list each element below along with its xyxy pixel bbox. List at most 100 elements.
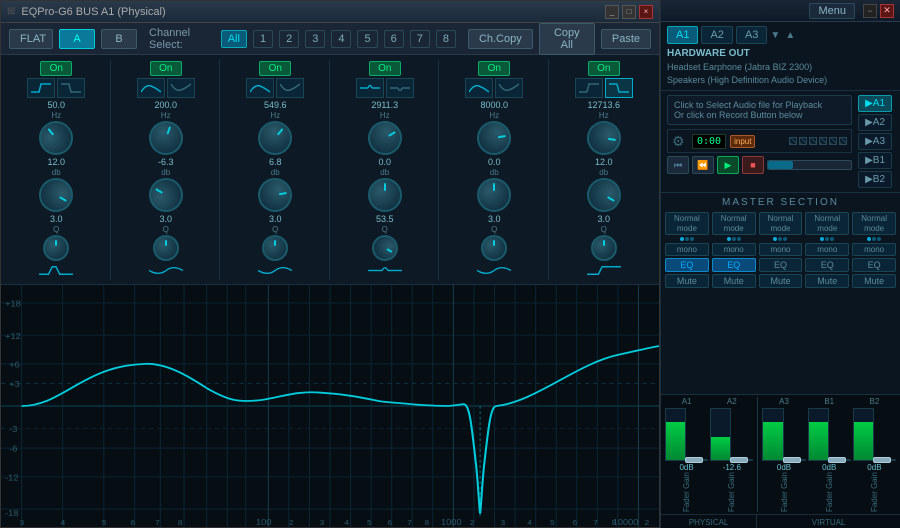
ch-3-btn[interactable]: 3 (305, 30, 325, 48)
preset-b-button[interactable]: B (101, 29, 137, 49)
master-a3-eq-btn[interactable]: EQ (759, 258, 803, 272)
band-2-gain-knob[interactable] (143, 172, 189, 218)
band-1-q-knob[interactable] (43, 235, 69, 261)
band-3-freq-knob[interactable] (251, 114, 299, 162)
hw-tab-arrow-up[interactable]: ▲ (785, 30, 795, 41)
ch-4-btn[interactable]: 4 (331, 30, 351, 48)
master-a3-mute-btn[interactable]: Mute (759, 274, 803, 288)
band-2-on-btn[interactable]: On (150, 61, 182, 76)
menu-button[interactable]: Menu (809, 3, 855, 19)
master-a1-mono-btn[interactable]: mono (665, 243, 709, 256)
playback-file-btn[interactable]: Click to Select Audio file for Playback … (667, 95, 852, 125)
band-5-freq-knob[interactable] (475, 118, 514, 157)
transport-back-btn[interactable]: ⏪ (692, 156, 714, 174)
band-5-on-btn[interactable]: On (478, 61, 510, 76)
fader-a1-track[interactable] (687, 459, 708, 461)
master-b2-mono-btn[interactable]: mono (852, 243, 896, 256)
master-a2-mode-btn[interactable]: Normalmode (712, 212, 756, 235)
band-2-filter-alt[interactable] (167, 78, 195, 98)
fader-b2-handle[interactable] (873, 457, 891, 463)
master-b2-mute-btn[interactable]: Mute (852, 274, 896, 288)
master-a1-mode-btn[interactable]: Normalmode (665, 212, 709, 235)
hw-tab-a3[interactable]: A3 (736, 26, 767, 44)
hw-tab-arrow-down[interactable]: ▼ (770, 30, 780, 41)
eq-minimize-btn[interactable]: _ (605, 5, 619, 19)
master-b2-mode-btn[interactable]: Normalmode (852, 212, 896, 235)
master-a2-eq-btn[interactable]: EQ (712, 258, 756, 272)
right-close-btn[interactable]: ✕ (880, 4, 894, 18)
ch-out-a2[interactable]: ▶A2 (858, 114, 892, 131)
ch-out-b1[interactable]: ▶B1 (858, 152, 892, 169)
master-b1-mute-btn[interactable]: Mute (805, 274, 849, 288)
master-a1-mute-btn[interactable]: Mute (665, 274, 709, 288)
band-4-freq-knob[interactable] (362, 115, 408, 161)
ch-2-btn[interactable]: 2 (279, 30, 299, 48)
band-2-freq-knob[interactable] (144, 116, 188, 160)
paste-button[interactable]: Paste (601, 29, 651, 49)
band-2-filter-type[interactable] (137, 78, 165, 98)
band-4-gain-knob[interactable] (368, 178, 402, 212)
master-b1-eq-btn[interactable]: EQ (805, 258, 849, 272)
master-b1-mode-btn[interactable]: Normalmode (805, 212, 849, 235)
band-6-q-knob[interactable] (591, 235, 617, 261)
band-3-filter-type[interactable] (246, 78, 274, 98)
master-b2-eq-btn[interactable]: EQ (852, 258, 896, 272)
band-6-filter-type[interactable] (575, 78, 603, 98)
fader-a2-track[interactable] (732, 459, 753, 461)
band-6-freq-knob[interactable] (584, 118, 623, 157)
band-1-filter-type[interactable] (27, 78, 55, 98)
band-1-on-btn[interactable]: On (40, 61, 72, 76)
fader-a1-handle[interactable] (685, 457, 703, 463)
right-minimize-btn[interactable]: − (863, 4, 877, 18)
ch-8-btn[interactable]: 8 (436, 30, 456, 48)
fader-b1-handle[interactable] (828, 457, 846, 463)
transport-progress-bar[interactable] (767, 160, 852, 170)
copy-all-button[interactable]: Copy All (539, 23, 595, 55)
band-1-gain-knob[interactable] (33, 172, 79, 218)
band-6-on-btn[interactable]: On (588, 61, 620, 76)
band-5-gain-knob[interactable] (477, 178, 511, 212)
band-3-q-knob[interactable] (262, 235, 288, 261)
band-3-on-btn[interactable]: On (259, 61, 291, 76)
band-6-gain-knob[interactable] (581, 172, 627, 218)
master-a2-mute-btn[interactable]: Mute (712, 274, 756, 288)
band-4-filter-type[interactable] (356, 78, 384, 98)
band-1-freq-knob[interactable] (32, 114, 80, 162)
band-5-filter-type[interactable] (465, 78, 493, 98)
ch-out-b2[interactable]: ▶B2 (858, 171, 892, 188)
ch-6-btn[interactable]: 6 (384, 30, 404, 48)
eq-close-btn[interactable]: × (639, 5, 653, 19)
band-5-q-knob[interactable] (481, 235, 507, 261)
ch-5-btn[interactable]: 5 (357, 30, 377, 48)
band-5-filter-alt[interactable] (495, 78, 523, 98)
flat-button[interactable]: FLAT (9, 29, 53, 49)
ch-7-btn[interactable]: 7 (410, 30, 430, 48)
band-3-filter-alt[interactable] (276, 78, 304, 98)
master-b1-mono-btn[interactable]: mono (805, 243, 849, 256)
band-2-q-knob[interactable] (153, 235, 179, 261)
master-a2-mono-btn[interactable]: mono (712, 243, 756, 256)
ch-out-a1[interactable]: ▶A1 (858, 95, 892, 112)
eq-maximize-btn[interactable]: □ (622, 5, 636, 19)
fader-b1-track[interactable] (830, 459, 851, 461)
ch-out-a3[interactable]: ▶A3 (858, 133, 892, 150)
fader-a2-handle[interactable] (730, 457, 748, 463)
band-4-q-knob[interactable] (367, 230, 403, 266)
ch-1-btn[interactable]: 1 (253, 30, 273, 48)
ch-copy-button[interactable]: Ch.Copy (468, 29, 533, 49)
master-a3-mono-btn[interactable]: mono (759, 243, 803, 256)
fader-a3-track[interactable] (785, 459, 806, 461)
band-4-on-btn[interactable]: On (369, 61, 401, 76)
hw-tab-a2[interactable]: A2 (701, 26, 732, 44)
transport-play-btn[interactable]: ▶ (717, 156, 739, 174)
ch-all-btn[interactable]: All (221, 30, 247, 48)
hw-tab-a1[interactable]: A1 (667, 26, 698, 44)
fader-a3-handle[interactable] (783, 457, 801, 463)
transport-stop-btn[interactable]: ■ (742, 156, 764, 174)
master-a1-eq-btn[interactable]: EQ (665, 258, 709, 272)
transport-rewind-btn[interactable]: ⏮ (667, 156, 689, 174)
master-a3-mode-btn[interactable]: Normalmode (759, 212, 803, 235)
band-1-filter-alt[interactable] (57, 78, 85, 98)
fader-b2-track[interactable] (875, 459, 896, 461)
preset-a-button[interactable]: A (59, 29, 95, 49)
